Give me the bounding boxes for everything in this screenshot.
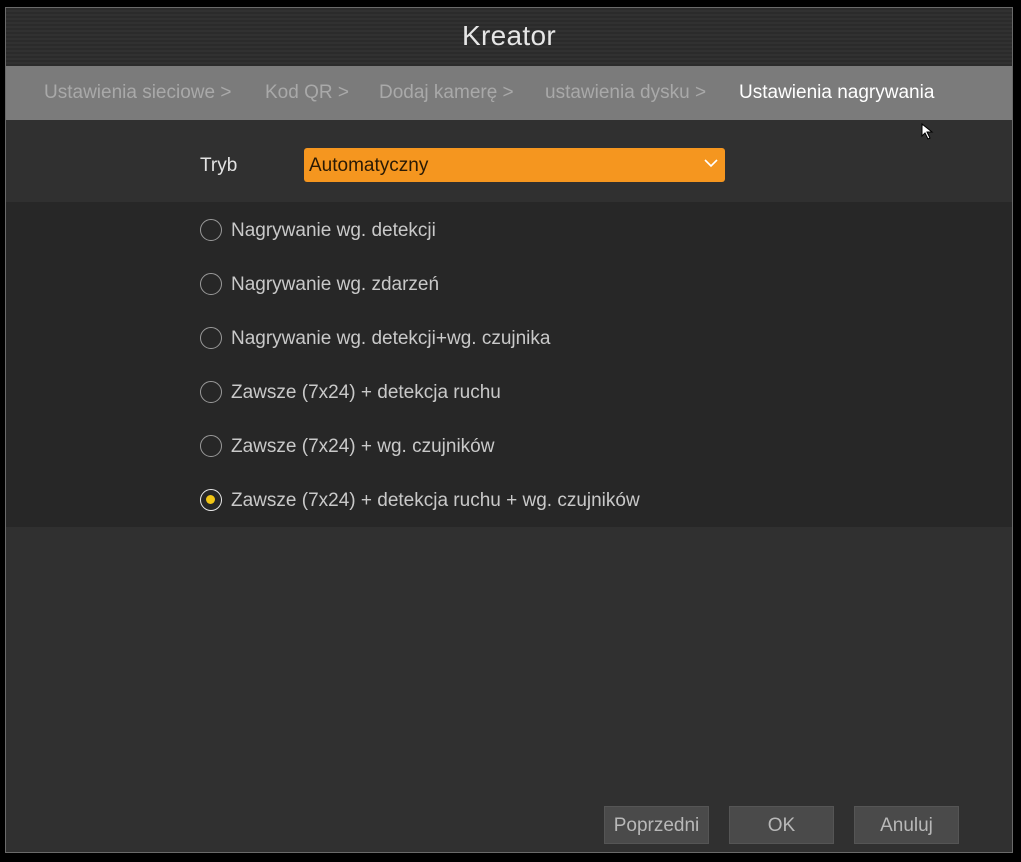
- option-label: Nagrywanie wg. detekcji: [231, 220, 436, 241]
- breadcrumb-qr-code[interactable]: Kod QR >: [265, 82, 349, 104]
- breadcrumb-network-settings[interactable]: Ustawienia sieciowe >: [44, 82, 231, 104]
- recording-options: Nagrywanie wg. detekcji Nagrywanie wg. z…: [6, 202, 1012, 527]
- chevron-down-icon: [704, 159, 718, 168]
- mouse-cursor-icon: [921, 123, 934, 140]
- mode-label: Tryb: [200, 155, 238, 176]
- content-area: Tryb Automatyczny Nagrywanie wg. detekcj…: [6, 120, 1012, 852]
- breadcrumb: Ustawienia sieciowe > Kod QR > Dodaj kam…: [6, 66, 1012, 120]
- radio-button[interactable]: [200, 219, 222, 241]
- radio-button[interactable]: [200, 327, 222, 349]
- breadcrumb-disk-settings[interactable]: ustawienia dysku >: [545, 82, 706, 104]
- radio-button[interactable]: [200, 435, 222, 457]
- radio-button-selected[interactable]: [200, 489, 222, 511]
- option-label: Zawsze (7x24) + wg. czujników: [231, 436, 495, 457]
- window-title: Kreator: [462, 20, 556, 51]
- option-label: Zawsze (7x24) + detekcja ruchu: [231, 382, 501, 403]
- title-bar: Kreator: [6, 8, 1012, 66]
- radio-dot-icon: [206, 495, 215, 504]
- option-label: Nagrywanie wg. zdarzeń: [231, 274, 440, 295]
- mode-row: Tryb Automatyczny: [6, 120, 1012, 202]
- radio-button[interactable]: [200, 381, 222, 403]
- option-label: Nagrywanie wg. detekcji+wg. czujnika: [231, 328, 551, 349]
- previous-button[interactable]: Poprzedni: [604, 806, 709, 844]
- radio-button[interactable]: [200, 273, 222, 295]
- cancel-button[interactable]: Anuluj: [854, 806, 959, 844]
- breadcrumb-add-camera[interactable]: Dodaj kamerę >: [379, 82, 514, 104]
- wizard-window: Kreator Ustawienia sieciowe > Kod QR > D…: [5, 7, 1013, 853]
- option-label: Zawsze (7x24) + detekcja ruchu + wg. czu…: [231, 490, 640, 511]
- breadcrumb-recording-settings[interactable]: Ustawienia nagrywania: [739, 82, 934, 104]
- mode-select[interactable]: Automatyczny: [304, 148, 725, 182]
- ok-button[interactable]: OK: [729, 806, 834, 844]
- mode-select-value: Automatyczny: [309, 155, 429, 176]
